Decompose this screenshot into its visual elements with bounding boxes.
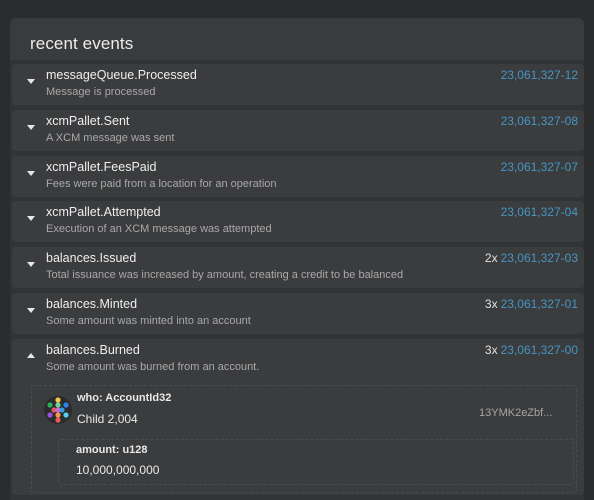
event-name: xcmPallet.FeesPaid [46,160,157,174]
event-description: Some amount was burned from an account. [46,361,260,373]
event-name: balances.Minted [46,297,138,311]
caret-down-icon[interactable] [27,79,35,84]
event-count: 3x [484,343,498,357]
caret-up-icon[interactable] [27,353,35,358]
panel-title: recent events [30,34,134,53]
event-block-link[interactable]: 23,061,327-01 [501,297,578,311]
amount-value: 10,000,000,000 [76,463,160,477]
event-meta: 23,061,327-12 [498,68,578,82]
event-block-link[interactable]: 23,061,327-03 [501,251,578,265]
event-block-link[interactable]: 23,061,327-00 [501,343,578,357]
caret-down-icon[interactable] [27,171,35,176]
event-name: balances.Burned [46,343,140,357]
event-description: Total issuance was increased by amount, … [46,269,404,281]
event-row-expanded[interactable]: balances.Burned Some amount was burned f… [12,339,584,495]
event-row[interactable]: xcmPallet.Sent A XCM message was sent 23… [12,110,584,151]
event-name: messageQueue.Processed [46,68,197,82]
event-name: xcmPallet.Sent [46,114,130,128]
event-description: Fees were paid from a location for an op… [46,178,277,190]
event-block-link[interactable]: 23,061,327-12 [501,68,578,82]
event-meta: 3x 23,061,327-00 [485,343,578,357]
panel-header: recent events [10,18,584,60]
event-name: balances.Issued [46,251,137,265]
event-meta: 2x 23,061,327-03 [485,251,578,265]
event-row[interactable]: xcmPallet.FeesPaid Fees were paid from a… [12,156,584,197]
event-block-link[interactable]: 23,061,327-04 [501,205,578,219]
identicon-avatar[interactable] [44,396,72,424]
event-name: xcmPallet.Attempted [46,205,161,219]
caret-down-icon[interactable] [27,125,35,130]
event-block-link[interactable]: 23,061,327-08 [501,114,578,128]
event-description: Message is processed [46,86,156,98]
event-description: Some amount was minted into an account [46,315,251,327]
event-count: 3x [484,297,498,311]
event-row[interactable]: messageQueue.Processed Message is proces… [12,64,584,105]
who-account-address[interactable]: 13YMK2eZbf... [479,407,552,419]
event-description: A XCM message was sent [46,132,175,144]
caret-down-icon[interactable] [27,308,35,313]
event-row[interactable]: balances.Minted Some amount was minted i… [12,293,584,334]
caret-down-icon[interactable] [27,216,35,221]
who-label: who: AccountId32 [77,392,172,404]
amount-param: amount: u128 10,000,000,000 [58,439,574,485]
event-meta: 23,061,327-08 [498,114,578,128]
event-row[interactable]: xcmPallet.Attempted Execution of an XCM … [12,201,584,242]
who-account-name[interactable]: Child 2,004 [77,412,138,426]
event-block-link[interactable]: 23,061,327-07 [501,160,578,174]
event-description: Execution of an XCM message was attempte… [46,223,272,235]
caret-down-icon[interactable] [27,262,35,267]
event-row[interactable]: balances.Issued Total issuance was incre… [12,247,584,288]
event-meta: 23,061,327-07 [498,160,578,174]
event-count: 2x [484,251,498,265]
event-meta: 23,061,327-04 [498,205,578,219]
event-params: who: AccountId32 Child 2,004 13YMK2eZbf.… [31,385,577,493]
event-meta: 3x 23,061,327-01 [485,297,578,311]
amount-label: amount: u128 [76,444,148,456]
